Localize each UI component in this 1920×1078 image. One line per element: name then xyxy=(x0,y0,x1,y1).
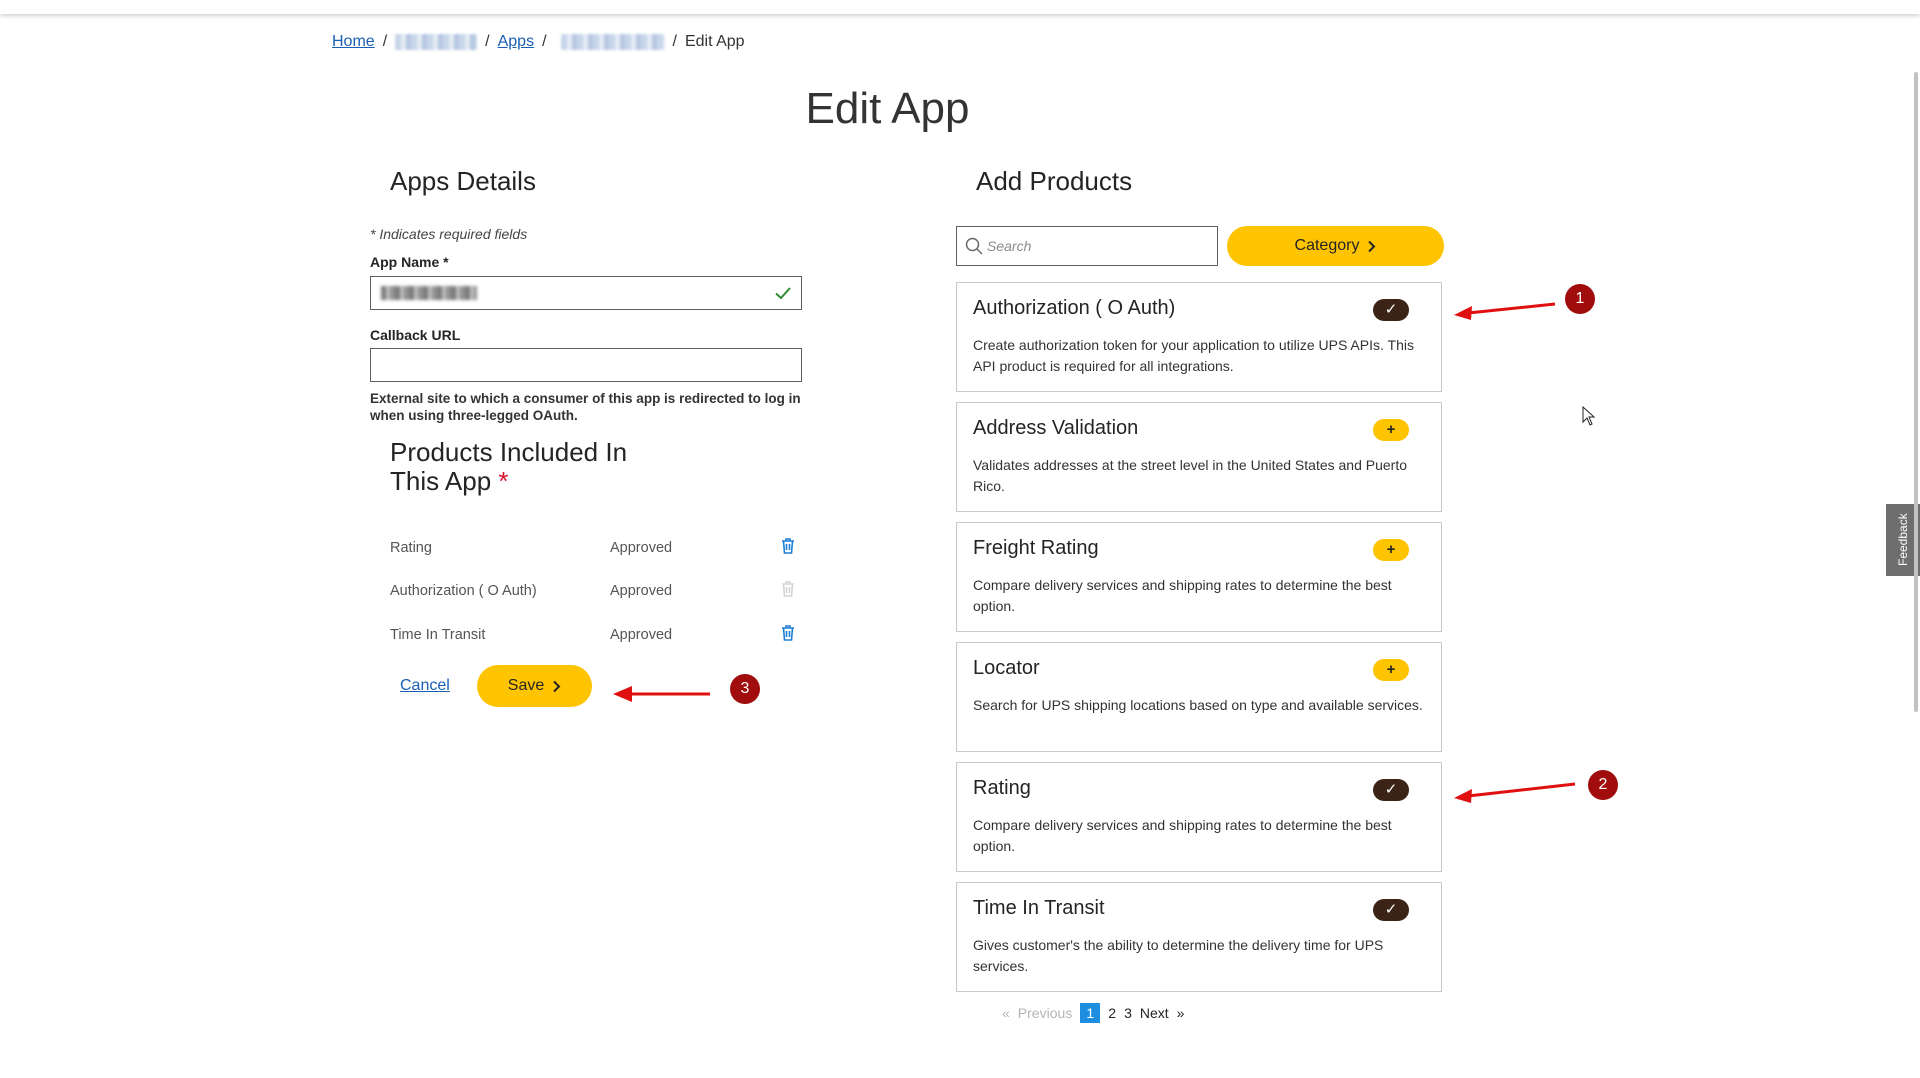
product-toggle-added[interactable]: ✓ xyxy=(1373,779,1409,801)
product-card-title: Rating xyxy=(973,777,1031,799)
check-icon: ✓ xyxy=(1384,781,1398,798)
breadcrumb-redacted-app-link[interactable] xyxy=(560,34,665,50)
product-card-title: Authorization ( O Auth) xyxy=(973,297,1176,319)
cancel-link[interactable]: Cancel xyxy=(400,677,450,695)
top-header-bar xyxy=(0,0,1920,14)
plus-icon: + xyxy=(1386,541,1396,558)
product-card-address-validation: Address Validation + Validates addresses… xyxy=(956,402,1442,512)
included-product-status: Approved xyxy=(610,627,673,643)
product-card-locator: Locator + Search for UPS shipping locati… xyxy=(956,642,1442,752)
chevron-right-icon xyxy=(553,680,561,692)
product-toggle-added[interactable]: ✓ xyxy=(1373,899,1409,921)
product-card-description: Validates addresses at the street level … xyxy=(973,457,1407,494)
product-search[interactable] xyxy=(956,226,1218,266)
trash-icon-disabled xyxy=(782,581,794,597)
product-card-title: Locator xyxy=(973,657,1040,679)
required-star: * xyxy=(498,466,509,496)
annotation-badge: 2 xyxy=(1588,770,1618,800)
product-card-rating: Rating ✓ Compare delivery services and s… xyxy=(956,762,1442,872)
page-title: Edit App xyxy=(805,84,970,133)
products-included-heading-line1: Products Included In xyxy=(390,437,628,467)
product-card-description: Create authorization token for your appl… xyxy=(973,337,1414,374)
pagination-next-glyph[interactable]: » xyxy=(1177,1005,1185,1021)
trash-icon[interactable] xyxy=(780,624,796,642)
breadcrumb-apps-link[interactable]: Apps xyxy=(498,33,534,51)
check-icon: ✓ xyxy=(1384,901,1398,918)
included-product-status: Approved xyxy=(610,540,673,556)
product-add-button[interactable]: + xyxy=(1373,659,1409,681)
chevron-right-icon xyxy=(1368,240,1376,252)
search-input[interactable] xyxy=(987,236,1207,256)
annotation-badge: 1 xyxy=(1565,284,1595,314)
included-product-status: Approved xyxy=(610,583,673,599)
trash-icon[interactable] xyxy=(780,537,796,555)
mouse-cursor-icon xyxy=(1582,406,1596,426)
product-card-authorization: Authorization ( O Auth) ✓ Create authori… xyxy=(956,282,1442,392)
pagination-page[interactable]: 2 xyxy=(1108,1005,1116,1021)
annotation-badge: 3 xyxy=(730,674,760,704)
included-product-name: Authorization ( O Auth) xyxy=(390,583,537,599)
apps-details-heading: Apps Details xyxy=(390,166,536,196)
pagination: « Previous 1 2 3 Next » xyxy=(1002,1003,1184,1023)
breadcrumb-separator: / xyxy=(672,33,677,50)
pagination-page[interactable]: 3 xyxy=(1124,1005,1132,1021)
app-name-redacted-value xyxy=(381,286,477,300)
annotation-arrow-icon xyxy=(613,686,710,702)
breadcrumb-home-link[interactable]: Home xyxy=(332,33,375,51)
product-toggle-added[interactable]: ✓ xyxy=(1373,299,1409,321)
products-included-heading-line2: This App xyxy=(390,466,492,496)
pagination-page-current[interactable]: 1 xyxy=(1080,1003,1101,1023)
search-icon xyxy=(965,237,983,255)
annotation-arrow-icon xyxy=(1454,782,1576,803)
product-card-description: Search for UPS shipping locations based … xyxy=(973,697,1423,713)
products-included-heading: Products Included In This App * xyxy=(390,438,627,496)
check-icon xyxy=(775,287,791,300)
breadcrumb: Home / / Apps / / Edit App xyxy=(332,33,745,51)
app-name-field[interactable] xyxy=(370,276,802,310)
plus-icon: + xyxy=(1386,661,1396,678)
pagination-next[interactable]: Next xyxy=(1140,1005,1169,1021)
annotation-arrow-icon xyxy=(1454,302,1556,320)
pagination-previous: Previous xyxy=(1017,1005,1073,1021)
pagination-prev-glyph: « xyxy=(1002,1005,1010,1021)
add-products-heading: Add Products xyxy=(976,166,1133,196)
product-card-description: Compare delivery services and shipping r… xyxy=(973,817,1392,854)
product-card-description: Compare delivery services and shipping r… xyxy=(973,577,1392,614)
save-button[interactable]: Save xyxy=(477,665,592,707)
product-card-freight-rating: Freight Rating + Compare delivery servic… xyxy=(956,522,1442,632)
product-card-title: Time In Transit xyxy=(973,897,1105,919)
callback-url-label: Callback URL xyxy=(370,327,461,343)
required-fields-note: * Indicates required fields xyxy=(370,226,528,242)
product-card-description: Gives customer's the ability to determin… xyxy=(973,937,1384,974)
category-button-label: Category xyxy=(1294,237,1360,254)
breadcrumb-separator: / xyxy=(542,33,547,50)
product-card-time-in-transit: Time In Transit ✓ Gives customer's the a… xyxy=(956,882,1442,992)
callback-url-helper: External site to which a consumer of thi… xyxy=(370,391,801,423)
product-card-title: Address Validation xyxy=(973,417,1139,439)
product-add-button[interactable]: + xyxy=(1373,419,1409,441)
save-button-label: Save xyxy=(507,677,545,694)
check-icon: ✓ xyxy=(1384,301,1398,318)
included-product-name: Rating xyxy=(390,540,432,556)
breadcrumb-separator: / xyxy=(382,33,388,50)
page-scrollbar[interactable] xyxy=(1914,72,1918,712)
category-button[interactable]: Category xyxy=(1227,226,1444,266)
breadcrumb-redacted-link[interactable] xyxy=(395,34,478,50)
app-name-label: App Name * xyxy=(370,254,449,270)
product-card-title: Freight Rating xyxy=(973,537,1099,559)
included-product-name: Time In Transit xyxy=(390,627,486,643)
breadcrumb-current: Edit App xyxy=(684,33,745,50)
breadcrumb-separator: / xyxy=(485,33,490,50)
callback-url-input[interactable] xyxy=(370,348,802,382)
plus-icon: + xyxy=(1386,421,1396,438)
product-add-button[interactable]: + xyxy=(1373,539,1409,561)
